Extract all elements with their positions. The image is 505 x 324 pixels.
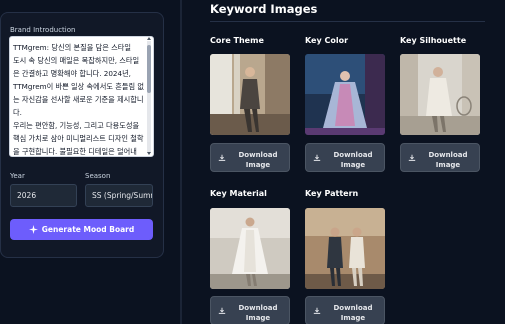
brand-introduction-text: TTMgrem: 당신의 본질을 담은 스타일 도시 속 당신의 매일은 복잡하… [13,43,145,156]
download-label: Download Image [333,304,373,322]
generate-mood-board-label: Generate Mood Board [41,225,135,234]
card-title-key-silhouette: Key Silhouette [400,36,467,45]
scroll-up-icon[interactable] [147,37,151,40]
brand-introduction-label: Brand Introduction [10,26,76,34]
year-input[interactable]: 2026 [10,184,77,207]
scrollbar-thumb[interactable] [147,45,151,93]
card-title-key-color: Key Color [305,36,349,45]
download-icon [313,154,321,161]
download-icon [218,154,226,161]
key-material-image [210,208,290,289]
season-label: Season [85,172,111,180]
keyword-images-title: Keyword Images [210,2,318,16]
download-icon [218,307,226,314]
title-divider [210,21,485,22]
key-color-image [305,54,385,135]
download-core-theme-button[interactable]: Download Image [210,143,290,172]
season-select[interactable]: SS (Spring/Summer) [85,184,153,207]
panel-divider [180,0,182,324]
download-label: Download Image [238,304,278,322]
download-key-pattern-button[interactable]: Download Image [305,296,385,324]
download-key-material-button[interactable]: Download Image [210,296,290,324]
year-label: Year [10,172,25,180]
sparkle-icon [28,225,38,234]
card-title-core-theme: Core Theme [210,36,264,45]
key-silhouette-image [400,54,480,135]
download-key-color-button[interactable]: Download Image [305,143,385,172]
download-label: Download Image [428,151,468,169]
download-label: Download Image [333,151,373,169]
scroll-down-icon[interactable] [147,152,151,155]
key-pattern-image [305,208,385,289]
textarea-scrollbar[interactable] [147,41,151,153]
download-key-silhouette-button[interactable]: Download Image [400,143,480,172]
generate-mood-board-button[interactable]: Generate Mood Board [10,219,153,240]
download-icon [313,307,321,314]
core-theme-image [210,54,290,135]
card-title-key-pattern: Key Pattern [305,189,359,198]
brand-introduction-textarea[interactable]: TTMgrem: 당신의 본질을 담은 스타일 도시 속 당신의 매일은 복잡하… [9,36,154,157]
download-label: Download Image [238,151,278,169]
card-title-key-material: Key Material [210,189,267,198]
download-icon [408,154,416,161]
